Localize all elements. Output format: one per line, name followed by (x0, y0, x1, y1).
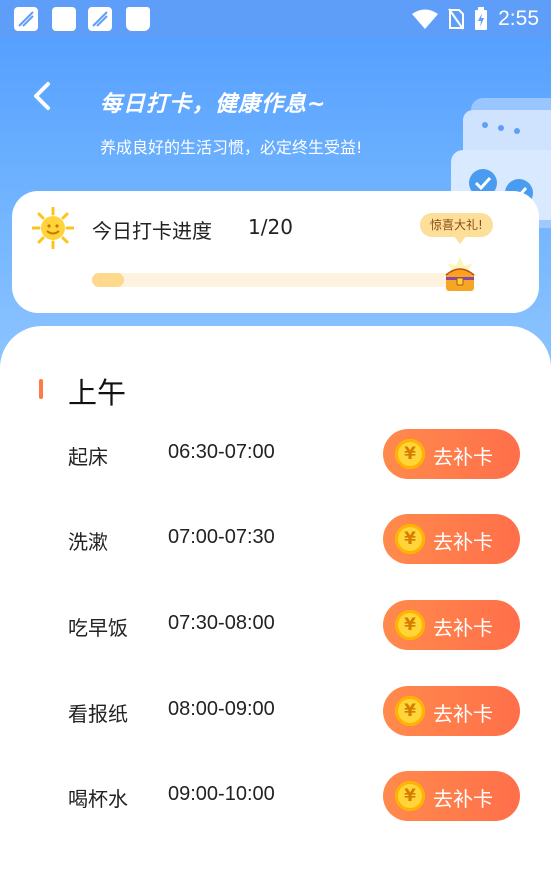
item-time: 08:00-09:00 (168, 698, 275, 720)
page-subtitle: 养成良好的生活习惯，必定终生受益! (100, 138, 363, 157)
progress-bar (92, 273, 452, 287)
bag-icon (126, 7, 150, 31)
item-name: 吃早饭 (68, 616, 128, 640)
coin-icon: ¥ (395, 439, 425, 469)
list-item: 起床 06:30-07:00 ¥ 去补卡 (0, 429, 551, 479)
sun-icon (32, 207, 74, 249)
makeup-checkin-button[interactable]: ¥ 去补卡 (383, 600, 520, 650)
battery-charging-icon (475, 7, 488, 30)
makeup-checkin-button[interactable]: ¥ 去补卡 (383, 514, 520, 564)
back-button[interactable] (26, 78, 62, 114)
button-label: 去补卡 (433, 530, 493, 554)
app-icon (88, 7, 112, 31)
makeup-checkin-button[interactable]: ¥ 去补卡 (383, 771, 520, 821)
item-time: 06:30-07:00 (168, 441, 275, 463)
list-item: 喝杯水 09:00-10:00 ¥ 去补卡 (0, 771, 551, 821)
button-label: 去补卡 (433, 616, 493, 640)
button-label: 去补卡 (433, 445, 493, 469)
item-name: 洗漱 (68, 530, 108, 554)
item-time: 07:00-07:30 (168, 526, 275, 548)
progress-card: 今日打卡进度 1/20 惊喜大礼! (12, 191, 539, 313)
no-sim-icon (448, 8, 465, 30)
list-item: 吃早饭 07:30-08:00 ¥ 去补卡 (0, 600, 551, 650)
section-accent-bar (39, 379, 43, 399)
coin-icon: ¥ (395, 610, 425, 640)
item-name: 喝杯水 (68, 787, 128, 811)
button-label: 去补卡 (433, 787, 493, 811)
wifi-icon (412, 9, 439, 29)
item-time: 07:30-08:00 (168, 612, 275, 634)
status-bar: 2:55 (0, 0, 551, 38)
coin-icon: ¥ (395, 781, 425, 811)
list-item: 看报纸 08:00-09:00 ¥ 去补卡 (0, 686, 551, 736)
page-title: 每日打卡，健康作息~ (100, 92, 327, 117)
coin-icon: ¥ (395, 696, 425, 726)
makeup-checkin-button[interactable]: ¥ 去补卡 (383, 686, 520, 736)
item-name: 起床 (68, 445, 108, 469)
coin-icon: ¥ (395, 524, 425, 554)
progress-fill (92, 273, 125, 287)
treasure-chest-icon[interactable] (440, 257, 480, 297)
item-time: 09:00-10:00 (168, 783, 275, 805)
progress-count: 1/20 (248, 215, 293, 239)
app-icon (52, 7, 76, 31)
list-item: 洗漱 07:00-07:30 ¥ 去补卡 (0, 514, 551, 564)
item-name: 看报纸 (68, 702, 128, 726)
gift-bubble: 惊喜大礼! (420, 213, 493, 244)
status-time: 2:55 (498, 7, 539, 30)
progress-label: 今日打卡进度 (92, 219, 212, 243)
app-icon (14, 7, 38, 31)
status-right: 2:55 (412, 6, 539, 32)
section-title: 上午 (68, 376, 127, 410)
button-label: 去补卡 (433, 702, 493, 726)
makeup-checkin-button[interactable]: ¥ 去补卡 (383, 429, 520, 479)
